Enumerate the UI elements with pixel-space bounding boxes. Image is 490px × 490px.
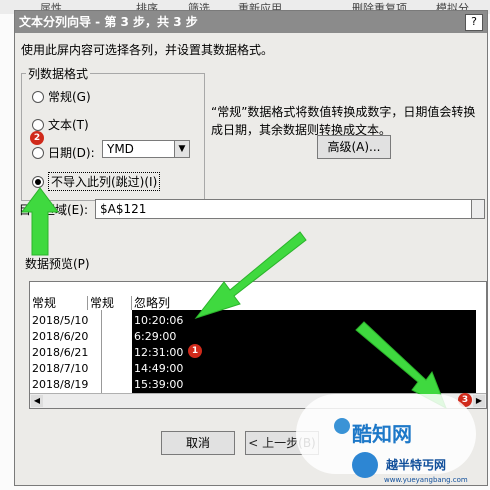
watermark-logo-icon [334, 418, 350, 434]
marker-badge: 2 [30, 131, 44, 145]
watermark-logo2-icon [352, 452, 378, 478]
marker-badge: 1 [188, 344, 202, 358]
watermark-brand2: 越半特丐网 [386, 458, 447, 472]
arrow-down-left [194, 231, 307, 319]
watermark-brand: 酷知网 [352, 422, 412, 446]
arrow-up [21, 187, 59, 256]
watermark-url: www.yueyangbang.com [384, 476, 468, 484]
